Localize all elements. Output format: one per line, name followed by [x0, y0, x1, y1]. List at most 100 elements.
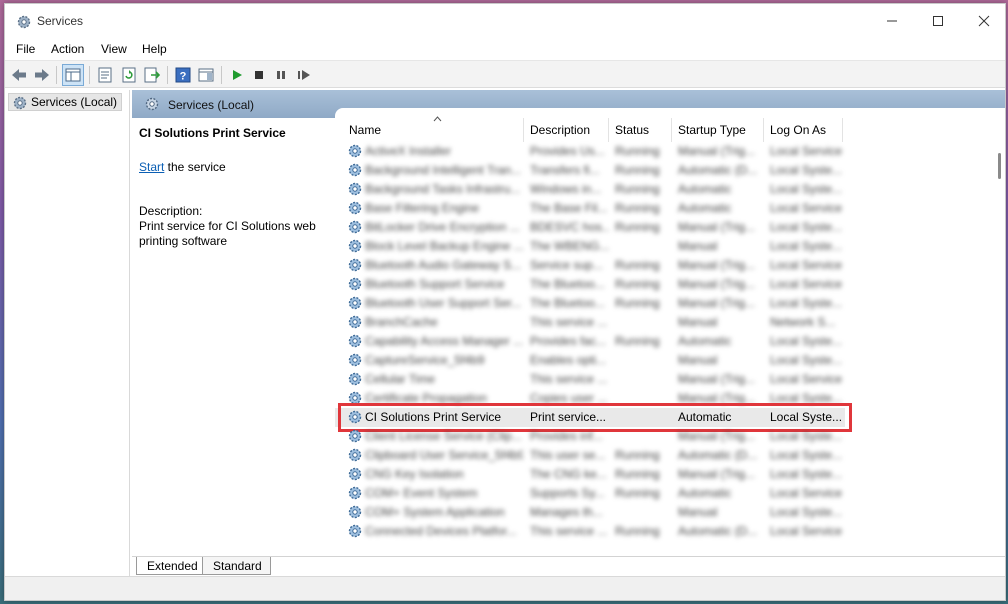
service-gear-icon [347, 257, 363, 276]
cell-description: Manages th... [530, 505, 603, 519]
column-header-log-on-as[interactable]: Log On As [764, 118, 843, 142]
column-header-startup-type[interactable]: Startup Type [672, 118, 764, 142]
cell-startup: Automatic (D... [678, 524, 758, 538]
pause-service-icon[interactable] [271, 65, 291, 85]
service-row[interactable]: Bluetooth User Support Ser... The Bluetoo… [335, 294, 845, 313]
menu-action[interactable]: Action [51, 42, 84, 56]
cell-description: Supports Sy... [530, 486, 605, 500]
service-row[interactable]: ActiveX Installer Provides Us... Running Ma… [335, 142, 845, 161]
cell-startup: Manual (Trig... [678, 144, 755, 158]
cell-description: This service ... [530, 372, 608, 386]
service-row[interactable]: Base Filtering Engine The Base Fil... Runn… [335, 199, 845, 218]
export-list-icon[interactable] [142, 65, 162, 85]
cell-name: Background Tasks Infrastru... [365, 182, 521, 196]
cell-logon: Local Service [770, 201, 843, 215]
view-tabs: Extended Standard [132, 556, 1005, 576]
service-row[interactable]: Cellular Time This service ... Manual (Tri… [335, 370, 845, 389]
service-gear-icon [347, 466, 363, 485]
status-bar [5, 576, 1005, 600]
cell-logon: Local Syste... [770, 448, 843, 462]
cell-name: Bluetooth Support Service [365, 277, 505, 291]
cell-startup: Automatic (D... [678, 448, 758, 462]
forward-arrow-icon[interactable] [32, 65, 52, 85]
show-hide-action-pane-icon[interactable] [196, 65, 216, 85]
column-header-description[interactable]: Description [524, 118, 609, 142]
service-row[interactable]: COM+ System Application Manages th... Manu… [335, 503, 845, 522]
show-console-tree-icon[interactable] [62, 64, 84, 86]
properties-sheet-icon[interactable] [95, 65, 115, 85]
service-gear-icon [347, 428, 363, 447]
service-row[interactable]: CaptureService_5f4b9 Enables opti... Manua… [335, 351, 845, 370]
service-row[interactable]: COM+ Event System Supports Sy... Running Au… [335, 484, 845, 503]
svg-text:?: ? [180, 71, 187, 83]
start-service-suffix: the service [164, 160, 226, 174]
cell-status: Running [615, 524, 660, 538]
cell-startup: Automatic [678, 201, 732, 215]
tree-item-services-local[interactable]: Services (Local) [8, 93, 123, 111]
service-row[interactable]: Connected Devices Platfor... This service… [335, 522, 845, 541]
cell-status: Running [615, 277, 660, 291]
cell-name: ActiveX Installer [365, 144, 452, 158]
start-service-link[interactable]: Start [139, 160, 164, 174]
service-row[interactable]: Background Intelligent Tran... Transfers … [335, 161, 845, 180]
cell-name: Capability Access Manager ... [365, 334, 523, 348]
cell-logon: Local Syste... [770, 239, 843, 253]
cell-name: Background Intelligent Tran... [365, 163, 522, 177]
column-header-status[interactable]: Status [609, 118, 672, 142]
service-gear-icon [347, 219, 363, 238]
cell-logon: Local Service [770, 372, 843, 386]
selected-service-name: CI Solutions Print Service [139, 126, 286, 140]
close-button[interactable] [961, 4, 1007, 38]
service-row[interactable]: Bluetooth Support Service The Bluetoo... R… [335, 275, 845, 294]
service-row[interactable]: Capability Access Manager ... Provides fa… [335, 332, 845, 351]
title-bar: Services [5, 4, 1005, 38]
service-gear-icon [347, 333, 363, 352]
service-gear-icon [347, 352, 363, 371]
service-gear-icon [347, 314, 363, 333]
cell-status: Running [615, 296, 660, 310]
service-row[interactable]: BranchCache This service ... Manual Network… [335, 313, 845, 332]
service-row[interactable]: BitLocker Drive Encryption ... BDESVC hos… [335, 218, 845, 237]
service-row[interactable]: Background Tasks Infrastru... Windows in.… [335, 180, 845, 199]
service-row[interactable]: CNG Key Isolation The CNG ke... Running Man… [335, 465, 845, 484]
stop-service-icon[interactable] [249, 65, 269, 85]
service-detail-panel: CI Solutions Print Service Start the ser… [132, 118, 335, 548]
vertical-scrollbar[interactable] [995, 108, 1005, 558]
cell-startup: Manual (Trig... [678, 372, 755, 386]
resume-service-icon[interactable] [294, 65, 314, 85]
refresh-icon[interactable] [119, 65, 139, 85]
start-service-icon[interactable] [227, 65, 247, 85]
service-row[interactable]: Block Level Backup Engine ... The WBENG..… [335, 237, 845, 256]
service-row[interactable]: Client License Service (Clip... Provides … [335, 427, 845, 446]
cell-description: Provides fac... [530, 334, 607, 348]
service-row[interactable]: Bluetooth Audio Gateway S... Service sup.… [335, 256, 845, 275]
menu-help[interactable]: Help [142, 42, 167, 56]
minimize-button[interactable] [869, 4, 915, 38]
cell-name: COM+ System Application [365, 505, 505, 519]
cell-name: Connected Devices Platfor... [365, 524, 517, 538]
cell-description: Enables opti... [530, 353, 607, 367]
cell-name: COM+ Event System [365, 486, 478, 500]
cell-description: BDESVC hos... [530, 220, 610, 234]
back-arrow-icon[interactable] [9, 65, 29, 85]
scrollbar-thumb[interactable] [998, 153, 1001, 179]
cell-startup: Manual (Trig... [678, 258, 755, 272]
cell-startup: Manual (Trig... [678, 220, 755, 234]
service-row[interactable]: Clipboard User Service_5f4b9 This user se… [335, 446, 845, 465]
help-icon[interactable]: ? [173, 65, 193, 85]
maximize-button[interactable] [915, 4, 961, 38]
cell-description: Transfers fi... [530, 163, 600, 177]
cell-description: The CNG ke... [530, 467, 607, 481]
cell-name: BranchCache [365, 315, 438, 329]
menu-file[interactable]: File [16, 42, 35, 56]
cell-name: BitLocker Drive Encryption ... [365, 220, 520, 234]
cell-logon: Local Syste... [770, 296, 843, 310]
cell-status: Running [615, 182, 660, 196]
service-gear-icon [347, 276, 363, 295]
menu-view[interactable]: View [101, 42, 127, 56]
cell-description: The Bluetoo... [530, 277, 605, 291]
tab-extended[interactable]: Extended [136, 557, 207, 575]
tab-standard[interactable]: Standard [202, 557, 271, 575]
cell-logon: Local Syste... [770, 429, 843, 443]
column-header-name[interactable]: Name [343, 118, 524, 142]
